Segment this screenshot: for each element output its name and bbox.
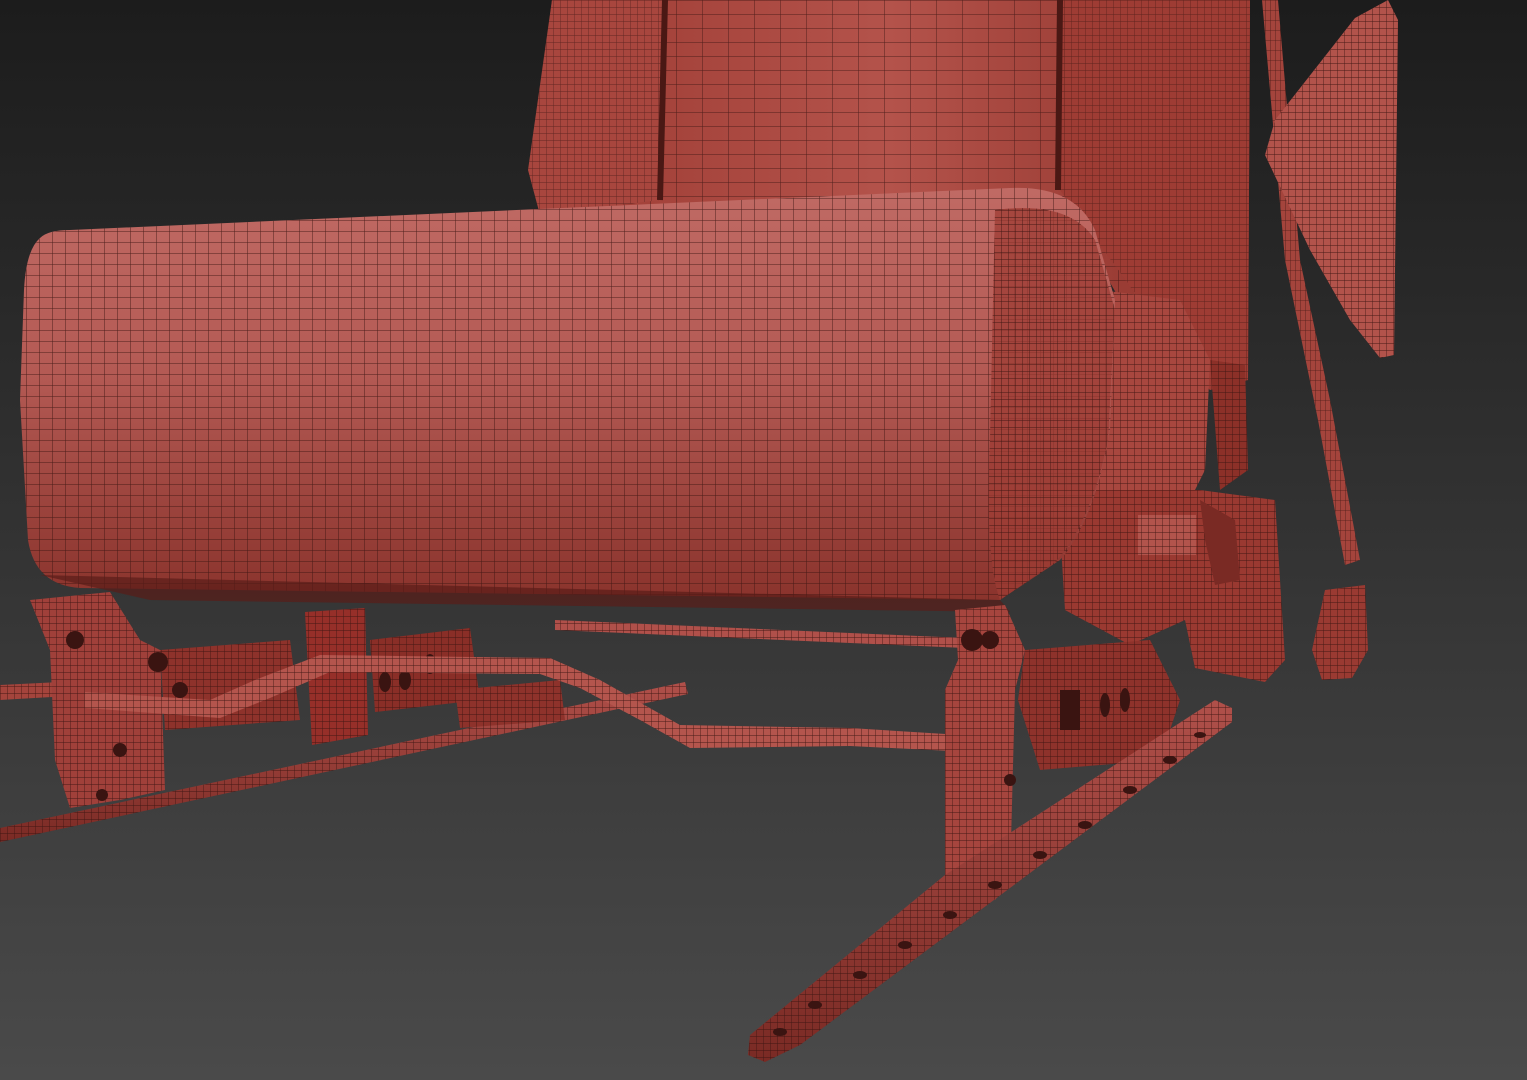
viewport-render: [0, 0, 1527, 1080]
seat-cushion: [20, 187, 1115, 612]
seat-wireframe-scene: [0, 0, 1527, 1080]
